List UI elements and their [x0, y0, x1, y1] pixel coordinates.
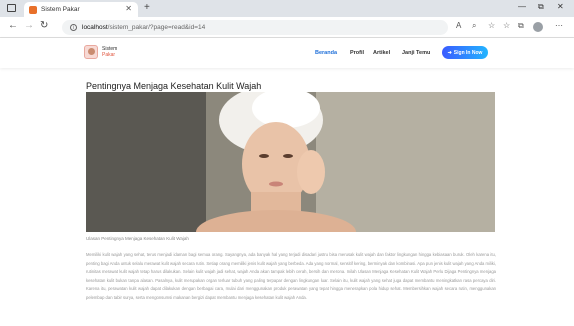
- favorites-bar-icon[interactable]: ☆: [503, 21, 510, 30]
- collections-icon[interactable]: ⧉: [518, 21, 524, 31]
- tab-title: Sistem Pakar: [41, 6, 80, 13]
- url-input[interactable]: i localhost/sistem_pakar/?page=read&id=1…: [62, 20, 448, 35]
- reload-icon[interactable]: ↻: [40, 20, 48, 31]
- image-caption: Ulasan Pentingnya Menjaga Kesehatan Kuli…: [86, 236, 189, 241]
- more-icon[interactable]: ⋯: [555, 21, 563, 30]
- logo-icon: [84, 45, 98, 59]
- sign-in-label: Sign In Now: [453, 49, 483, 56]
- site-info-icon[interactable]: i: [70, 24, 77, 31]
- browser-tab[interactable]: Sistem Pakar ✕: [24, 2, 138, 17]
- favicon-icon: [29, 5, 37, 14]
- window-close-icon[interactable]: ✕: [557, 2, 564, 11]
- article-body: Memiliki kulit wajah yang sehat, terus m…: [86, 252, 496, 300]
- new-tab-icon[interactable]: +: [144, 2, 150, 13]
- profile-avatar[interactable]: [533, 22, 543, 32]
- nav-artikel[interactable]: Artikel: [373, 50, 390, 56]
- browser-tab-bar: Sistem Pakar ✕ + — ⧉ ✕: [0, 0, 574, 17]
- tab-actions-icon[interactable]: [7, 4, 16, 12]
- sign-in-button[interactable]: ➜ Sign In Now: [442, 46, 488, 59]
- sign-in-icon: ➜: [447, 49, 452, 56]
- nav-profil[interactable]: Profil: [350, 50, 364, 56]
- article-image: [86, 92, 495, 232]
- article-title: Pentingnya Menjaga Kesehatan Kulit Wajah: [86, 81, 262, 91]
- hero-illustration: [86, 92, 495, 232]
- zoom-icon[interactable]: ⌕: [472, 21, 476, 31]
- nav-beranda[interactable]: Beranda: [315, 50, 337, 56]
- forward-icon[interactable]: →: [24, 20, 34, 31]
- site-logo[interactable]: Sistem Pakar: [84, 45, 117, 59]
- back-icon[interactable]: ←: [8, 20, 18, 31]
- url-path: /sistem_pakar/?page=read&id=14: [107, 24, 206, 31]
- site-header: Sistem Pakar Beranda Profil Artikel Janj…: [0, 38, 574, 68]
- url-host: localhost: [82, 24, 108, 31]
- close-tab-icon[interactable]: ✕: [125, 4, 132, 13]
- logo-line2: Pakar: [102, 52, 116, 58]
- read-aloud-icon[interactable]: A: [456, 21, 461, 30]
- minimize-icon[interactable]: —: [518, 2, 526, 11]
- address-bar-row: ← → ↻ i localhost/sistem_pakar/?page=rea…: [0, 17, 574, 38]
- favorite-icon[interactable]: ☆: [488, 21, 495, 30]
- restore-icon[interactable]: ⧉: [538, 2, 544, 12]
- nav-janji-temu[interactable]: Janji Temu: [402, 50, 430, 56]
